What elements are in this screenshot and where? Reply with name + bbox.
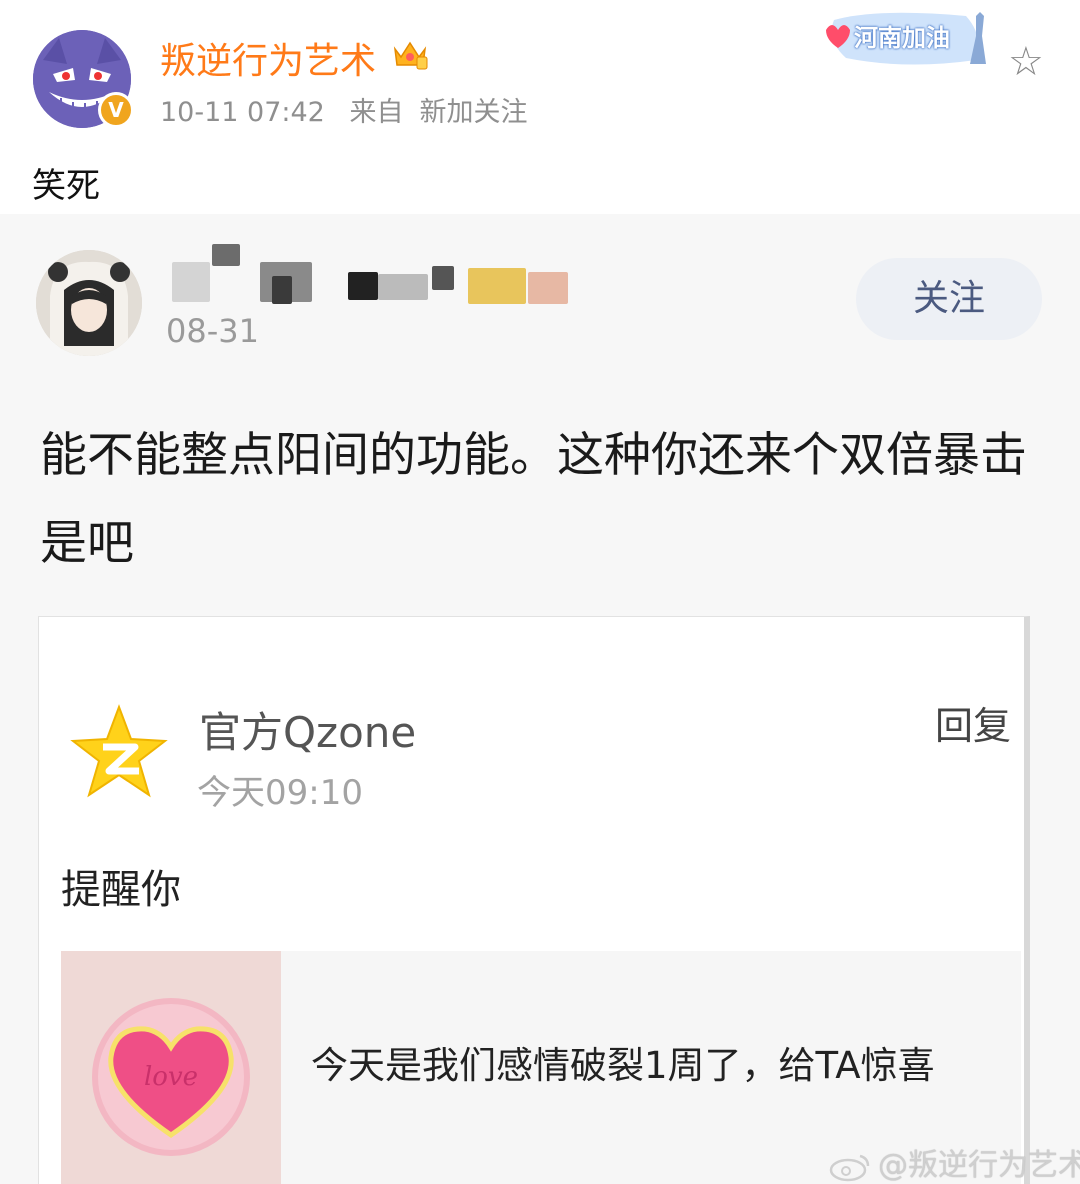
reply-button[interactable]: 回复 (935, 695, 1011, 750)
embedded-screenshot: 08-31 关注 能不能整点阳间的功能。这种你还来个双倍暴击是吧 官方Qzone… (0, 214, 1080, 1184)
notice-text: 今天是我们感情破裂1周了，给TA惊喜 (311, 1044, 935, 1087)
qzone-card: 官方Qzone 今天09:10 回复 提醒你 love 今天是我们感情破裂1周了… (38, 616, 1030, 1184)
watermark-text: @叛逆行为艺术 (878, 1148, 1080, 1183)
inner-date: 08-31 (166, 312, 259, 350)
author-name[interactable]: 叛逆行为艺术 (160, 32, 376, 84)
inner-post-text: 能不能整点阳间的功能。这种你还来个双倍暴击是吧 (40, 428, 1027, 571)
remind-text: 提醒你 (61, 867, 181, 913)
verified-icon: V (98, 92, 134, 128)
qzone-star-icon (70, 704, 168, 798)
post-source-label: 来自 (349, 97, 404, 128)
anime-avatar-icon (36, 250, 142, 356)
post-source[interactable]: 新加关注 (419, 97, 527, 128)
follow-button[interactable]: 关注 (856, 258, 1042, 340)
post-text: 笑死 (32, 166, 100, 206)
post-timestamp: 10-11 07:42 (160, 97, 325, 128)
weibo-logo-icon (829, 1154, 870, 1181)
card-badge[interactable]: 河南加油 (816, 6, 992, 68)
love-heart-icon: love (92, 998, 250, 1156)
qzone-time: 今天09:10 (197, 773, 363, 813)
collect-star-icon[interactable]: ☆ (1008, 42, 1044, 82)
notice-thumbnail: love (61, 951, 281, 1184)
heart-label: love (144, 1062, 198, 1092)
watermark: @叛逆行为艺术 (828, 1140, 1080, 1184)
card-badge-text: 河南加油 (854, 24, 950, 52)
post-meta: 10-11 07:42 来自 新加关注 (160, 90, 543, 129)
inner-avatar (36, 250, 142, 356)
vip-crown-icon (393, 41, 428, 70)
qzone-name[interactable]: 官方Qzone (199, 699, 416, 760)
